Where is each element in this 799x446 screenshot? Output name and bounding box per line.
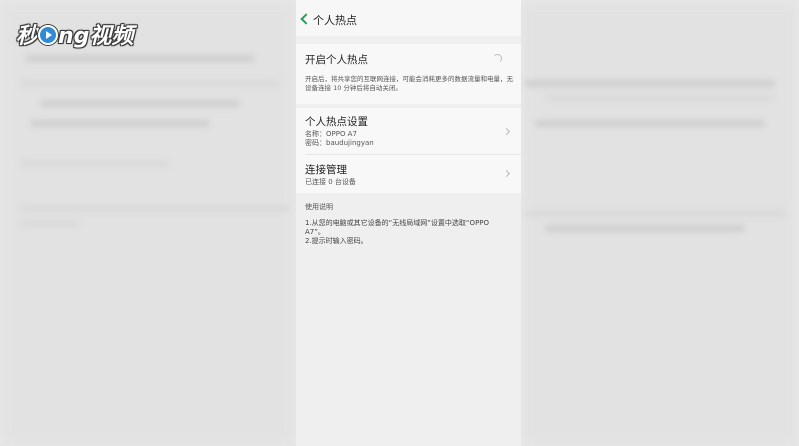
hotspot-description: 开启后，将共享您的互联网连接，可能会消耗更多的数据流量和电量，无设备连接 10 … bbox=[305, 75, 513, 92]
hotspot-settings-panel: 个人热点 开启个人热点 开启后，将共享您的互联网连接，可能会消耗更多的数据流量和… bbox=[296, 0, 521, 446]
watermark-text-left: 秒 bbox=[16, 24, 39, 49]
chevron-left-icon[interactable] bbox=[300, 13, 312, 25]
divider bbox=[305, 154, 521, 155]
settings-card: 个人热点设置 名称：OPPO A7 密码：baudujingyan 连接管理 已… bbox=[296, 108, 521, 193]
header-bar: 个人热点 bbox=[296, 0, 521, 36]
loading-spinner-icon[interactable] bbox=[493, 54, 502, 63]
play-circle-icon bbox=[38, 25, 59, 45]
hotspot-toggle-card: 开启个人热点 开启后，将共享您的互联网连接，可能会消耗更多的数据流量和电量，无设… bbox=[296, 44, 521, 104]
usage-step-2: 2.提示时输入密码。 bbox=[305, 237, 368, 245]
usage-step-1: 1.从您的电脑或其它设备的“无线局域网”设置中选取“OPPO A7”。 bbox=[305, 219, 490, 236]
watermark-logo: 秒 ng视频 bbox=[16, 18, 133, 50]
watermark-text-right: ng视频 bbox=[58, 24, 134, 49]
usage-title: 使用说明 bbox=[305, 203, 333, 211]
hotspot-password: 密码：baudujingyan bbox=[305, 139, 374, 147]
chevron-right-icon bbox=[502, 127, 511, 136]
hotspot-toggle-label[interactable]: 开启个人热点 bbox=[305, 52, 368, 67]
chevron-right-icon bbox=[502, 169, 511, 178]
connection-status: 已连接 0 台设备 bbox=[305, 178, 356, 186]
connection-management-label: 连接管理 bbox=[305, 164, 347, 176]
page-title: 个人热点 bbox=[313, 14, 357, 27]
hotspot-settings-label: 个人热点设置 bbox=[305, 116, 368, 128]
